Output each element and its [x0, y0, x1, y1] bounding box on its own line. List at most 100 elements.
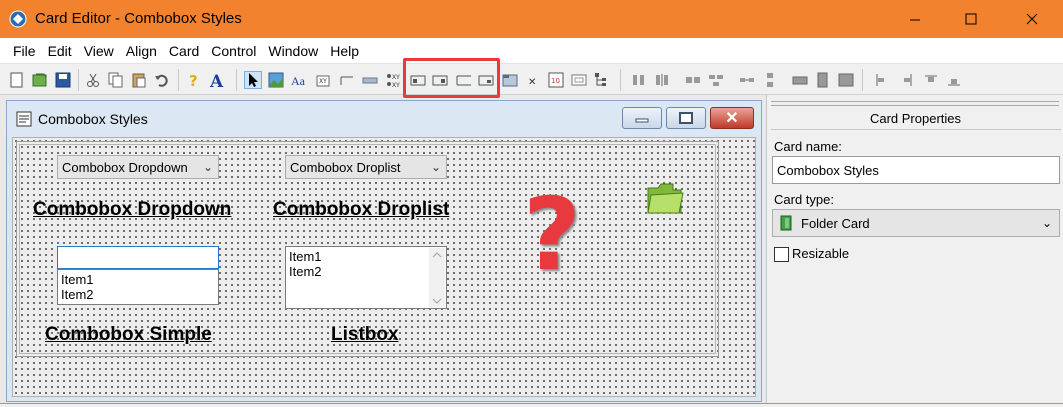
card-close-button[interactable]: ✕ [710, 107, 754, 129]
card-maximize-button[interactable] [666, 107, 706, 129]
undo-icon[interactable] [153, 71, 171, 89]
combobox-droplist[interactable]: Combobox Droplist ⌄ [285, 155, 447, 179]
label-icon[interactable]: Aa [291, 71, 309, 89]
image-icon[interactable] [267, 71, 285, 89]
paste-icon[interactable] [130, 71, 148, 89]
card-window-title: Combobox Styles [38, 111, 148, 127]
resizable-label: Resizable [792, 246, 850, 261]
card-canvas[interactable]: Combobox Dropdown ⌄ Combobox Droplist ⌄ … [12, 137, 756, 397]
card-name-field[interactable]: Combobox Styles [772, 156, 1060, 184]
xy-pair-icon[interactable]: XY XY [385, 71, 403, 89]
align-top-icon[interactable] [922, 71, 940, 89]
svg-text:?: ? [189, 72, 198, 88]
question-mark-icon: ? [523, 176, 582, 293]
svg-text:XY: XY [392, 74, 400, 81]
align-icon-4[interactable] [707, 71, 725, 89]
card-name-label: Card name: [774, 139, 842, 154]
listbox[interactable]: Item1 Item2 [285, 246, 447, 309]
panel-icon[interactable] [501, 71, 519, 89]
align-icon-1[interactable] [630, 71, 648, 89]
menu-card[interactable]: Card [164, 43, 204, 59]
align-icon-8[interactable] [814, 71, 832, 89]
chevron-down-icon: ⌄ [1041, 216, 1052, 230]
maximize-button[interactable] [948, 0, 994, 38]
listbox-scrollbar[interactable] [429, 248, 445, 307]
rectangle-icon[interactable] [361, 71, 379, 89]
align-icon-9[interactable] [837, 71, 855, 89]
help-icon[interactable]: ? [185, 71, 203, 89]
menu-control[interactable]: Control [206, 43, 261, 59]
card-type-select[interactable]: Folder Card ⌄ [772, 209, 1060, 237]
font-icon[interactable]: A [208, 71, 226, 89]
folder-card-icon [780, 215, 792, 231]
svg-text:Aa: Aa [291, 74, 306, 88]
menu-view[interactable]: View [79, 43, 119, 59]
close-button[interactable] [1009, 0, 1055, 38]
card-type-label: Card type: [774, 192, 834, 207]
combobox-droplist-value: Combobox Droplist [290, 159, 401, 175]
card-type-value: Folder Card [801, 215, 870, 231]
resizable-checkbox[interactable] [774, 247, 789, 262]
align-icon-11[interactable] [898, 71, 916, 89]
svg-text:10: 10 [551, 77, 560, 85]
menu-help[interactable]: Help [325, 43, 364, 59]
scroll-arrows-icon [432, 252, 442, 304]
open-icon[interactable] [31, 71, 49, 89]
list-item[interactable]: Item1 [61, 272, 215, 287]
card-window-icon [16, 111, 32, 127]
heading-listbox: Listbox [331, 324, 399, 345]
menu-align[interactable]: Align [121, 43, 162, 59]
menu-file[interactable]: File [8, 43, 41, 59]
align-icon-2[interactable] [653, 71, 671, 89]
tree-icon[interactable] [593, 71, 611, 89]
svg-text:A: A [209, 72, 224, 88]
list-item[interactable]: Item2 [289, 264, 443, 279]
align-bottom-icon[interactable] [945, 71, 963, 89]
list-item[interactable]: Item1 [289, 249, 443, 264]
card-window-titlebar[interactable]: Combobox Styles ✕ [7, 101, 761, 135]
cut-icon[interactable] [84, 71, 102, 89]
new-card-icon[interactable] [8, 71, 26, 89]
heading-combobox-simple: Combobox Simple [45, 324, 212, 345]
menu-edit[interactable]: Edit [43, 43, 77, 59]
title-bar: Card Editor - Combobox Styles [0, 0, 1063, 38]
pointer-icon[interactable] [244, 71, 262, 89]
maximize-icon [965, 13, 977, 25]
combobox-dropdown[interactable]: Combobox Dropdown ⌄ [57, 155, 219, 179]
xy-icon[interactable]: XY [314, 71, 332, 89]
minimize-button[interactable] [892, 0, 938, 38]
combobox-simple-list[interactable]: Item1 Item2 [57, 269, 219, 305]
card-properties-panel: Card Properties Card name: Combobox Styl… [766, 95, 1063, 407]
checkbox-icon[interactable]: ✕ [524, 71, 542, 89]
copy-icon[interactable] [107, 71, 125, 89]
minimize-icon [910, 19, 920, 21]
card-window: Combobox Styles ✕ Combobox Dropdown ⌄ Co… [6, 100, 762, 402]
heading-combobox-droplist: Combobox Droplist [273, 199, 450, 220]
line-icon[interactable] [338, 71, 356, 89]
card-minimize-button[interactable] [622, 107, 662, 129]
svg-text:✕: ✕ [528, 77, 536, 88]
align-icon-5[interactable] [738, 71, 756, 89]
align-icon-6[interactable] [761, 71, 779, 89]
card-name-value: Combobox Styles [777, 162, 879, 178]
svg-text:XY: XY [319, 78, 327, 85]
folder-icon[interactable] [645, 180, 685, 216]
heading-combobox-dropdown: Combobox Dropdown [33, 199, 232, 220]
app-icon [9, 10, 27, 28]
align-icon-7[interactable] [791, 71, 809, 89]
menu-window[interactable]: Window [263, 43, 323, 59]
panel-grip[interactable] [771, 101, 1059, 106]
align-icon-10[interactable] [873, 71, 891, 89]
list-item[interactable]: Item2 [61, 287, 215, 302]
chevron-down-icon: ⌄ [430, 160, 441, 174]
status-border [0, 403, 1063, 407]
toolbar-highlight [403, 58, 500, 98]
combobox-simple-input[interactable] [57, 246, 219, 269]
combobox-dropdown-value: Combobox Dropdown [62, 159, 188, 175]
combobox-icon[interactable] [570, 71, 588, 89]
save-icon[interactable] [54, 71, 72, 89]
listbox-icon[interactable]: 10 [547, 71, 565, 89]
toolbar: ? A Aa XY XY XY ✕ 10 [0, 63, 1063, 95]
close-icon [1026, 13, 1038, 25]
align-icon-3[interactable] [684, 71, 702, 89]
